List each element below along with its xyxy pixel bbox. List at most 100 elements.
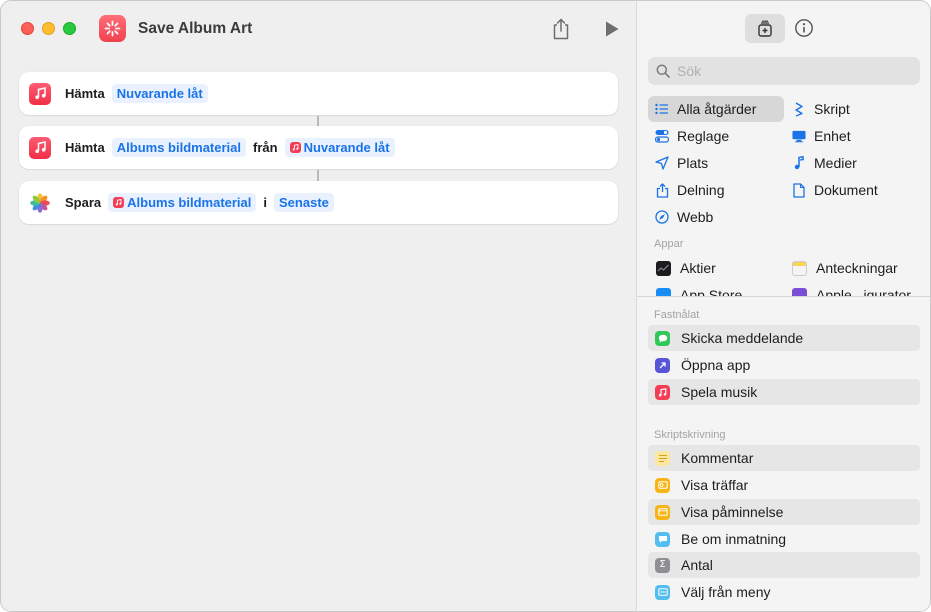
music-note-icon	[289, 142, 301, 153]
action-label: Visa träffar	[681, 477, 749, 493]
app-apple-configurator[interactable]: Apple...igurator	[792, 283, 911, 296]
library-toggle-button[interactable]	[745, 14, 785, 43]
music-app-icon	[29, 82, 51, 105]
app-store-icon	[656, 287, 671, 296]
action-label: Kommentar	[681, 450, 754, 466]
category-label: Alla åtgärder	[677, 101, 757, 117]
share-icon[interactable]	[551, 17, 571, 41]
open-arrow-icon	[655, 357, 670, 373]
window-title[interactable]: Save Album Art	[138, 20, 252, 38]
category-label: Webb	[677, 209, 714, 225]
category-location[interactable]: Plats	[648, 150, 784, 176]
category-scripting[interactable]: Skript	[785, 96, 921, 122]
action-label: Visa påminnelse	[681, 504, 784, 520]
action-send-message[interactable]: Skicka meddelande	[648, 325, 920, 351]
action-library-sidebar: Alla åtgärder Skript Reglage Enhet Plats	[636, 1, 930, 611]
compass-icon	[655, 210, 669, 224]
app-notes[interactable]: Anteckningar	[792, 256, 898, 280]
action-get-album-artwork[interactable]: Hämta Albums bildmaterial från Nuvarande…	[19, 126, 618, 169]
configurator-app-icon	[792, 287, 807, 296]
minimize-button[interactable]	[42, 22, 55, 35]
share-icon	[655, 182, 669, 198]
shortcuts-window: Save Album Art Hämta Nuvarande låt Hämta…	[0, 0, 931, 612]
category-documents[interactable]: Dokument	[785, 177, 921, 203]
action-ask-for-input[interactable]: Be om inmatning	[648, 526, 920, 552]
category-web[interactable]: Webb	[648, 204, 784, 230]
action-play-music[interactable]: Spela musik	[648, 379, 920, 405]
photos-app-icon	[29, 191, 51, 214]
pinned-section-header: Fastnålat	[654, 309, 700, 321]
action-verb: Hämta	[65, 140, 105, 155]
sparkle-icon	[104, 20, 121, 37]
action-choose-from-menu[interactable]: Välj från meny	[648, 579, 920, 605]
action-get-current-song[interactable]: Hämta Nuvarande låt	[19, 72, 618, 115]
window-controls	[21, 22, 76, 35]
app-label: App Store	[680, 287, 743, 296]
category-label: Reglage	[677, 128, 730, 144]
action-open-app[interactable]: Öppna app	[648, 352, 920, 378]
category-sharing[interactable]: Delning	[648, 177, 784, 203]
apps-section-header: Appar	[654, 238, 684, 250]
token-album-recents[interactable]: Senaste	[274, 193, 334, 212]
app-label: Aktier	[680, 260, 716, 276]
action-verb: Spara	[65, 195, 102, 210]
category-label: Plats	[677, 155, 709, 171]
app-label: Anteckningar	[816, 260, 898, 276]
action-label: Välj från meny	[681, 584, 771, 600]
category-label: Delning	[677, 182, 725, 198]
shortcut-editor: Save Album Art Hämta Nuvarande låt Hämta…	[1, 1, 636, 611]
action-connector	[317, 170, 319, 181]
list-icon	[655, 102, 669, 116]
toggle-icon	[655, 129, 669, 143]
scripting-section-header: Skriptskrivning	[654, 429, 726, 441]
action-show-result[interactable]: Visa träffar	[648, 472, 920, 498]
action-search-field[interactable]	[648, 57, 920, 85]
category-label: Skript	[814, 101, 850, 117]
speech-bubble-icon	[655, 531, 670, 547]
zoom-button[interactable]	[63, 22, 76, 35]
token-album-artwork[interactable]: Albums bildmaterial	[111, 138, 246, 157]
add-action-icon	[758, 20, 772, 37]
category-label: Medier	[814, 155, 857, 171]
apps-list: Aktier Anteckningar App Store Apple...ig…	[637, 256, 930, 296]
shortcut-icon[interactable]	[99, 15, 126, 42]
action-label: Antal	[681, 557, 713, 573]
action-label: Öppna app	[681, 357, 751, 373]
action-comment[interactable]: Kommentar	[648, 445, 920, 471]
category-label: Enhet	[814, 128, 851, 144]
action-save-to-photos[interactable]: Spara Albums bildmaterial i Senaste	[19, 181, 618, 224]
app-stocks[interactable]: Aktier	[656, 256, 716, 280]
token-label: Albums bildmaterial	[127, 195, 252, 210]
action-connector-word: från	[253, 140, 278, 155]
music-note-icon	[113, 197, 125, 208]
action-label: Skicka meddelande	[681, 330, 804, 346]
category-all-actions[interactable]: Alla åtgärder	[648, 96, 784, 122]
search-input[interactable]	[677, 63, 897, 79]
action-count[interactable]: Σ Antal	[648, 552, 920, 578]
action-show-alert[interactable]: Visa påminnelse	[648, 499, 920, 525]
document-icon	[792, 182, 806, 198]
notes-app-icon	[792, 260, 807, 276]
token-label: Nuvarande låt	[303, 140, 390, 155]
token-album-artwork-variable[interactable]: Albums bildmaterial	[108, 193, 257, 212]
category-device[interactable]: Enhet	[785, 123, 921, 149]
action-verb: Hämta	[65, 86, 105, 101]
action-label: Be om inmatning	[681, 531, 787, 547]
location-arrow-icon	[655, 156, 669, 170]
search-icon	[656, 64, 670, 78]
token-current-song[interactable]: Nuvarande låt	[111, 84, 208, 103]
alert-window-icon	[655, 504, 670, 520]
action-label: Spela musik	[681, 384, 758, 400]
pane-divider[interactable]	[637, 296, 930, 297]
token-current-song-variable[interactable]: Nuvarande låt	[284, 138, 395, 157]
script-icon	[792, 101, 806, 117]
category-controls[interactable]: Reglage	[648, 123, 784, 149]
info-icon[interactable]	[794, 18, 814, 38]
play-icon[interactable]	[604, 20, 620, 38]
close-button[interactable]	[21, 22, 34, 35]
category-media[interactable]: Medier	[785, 150, 921, 176]
music-note-icon	[655, 384, 670, 400]
app-app-store[interactable]: App Store	[656, 283, 742, 296]
menu-icon	[655, 584, 670, 600]
action-connector-word: i	[263, 195, 268, 210]
